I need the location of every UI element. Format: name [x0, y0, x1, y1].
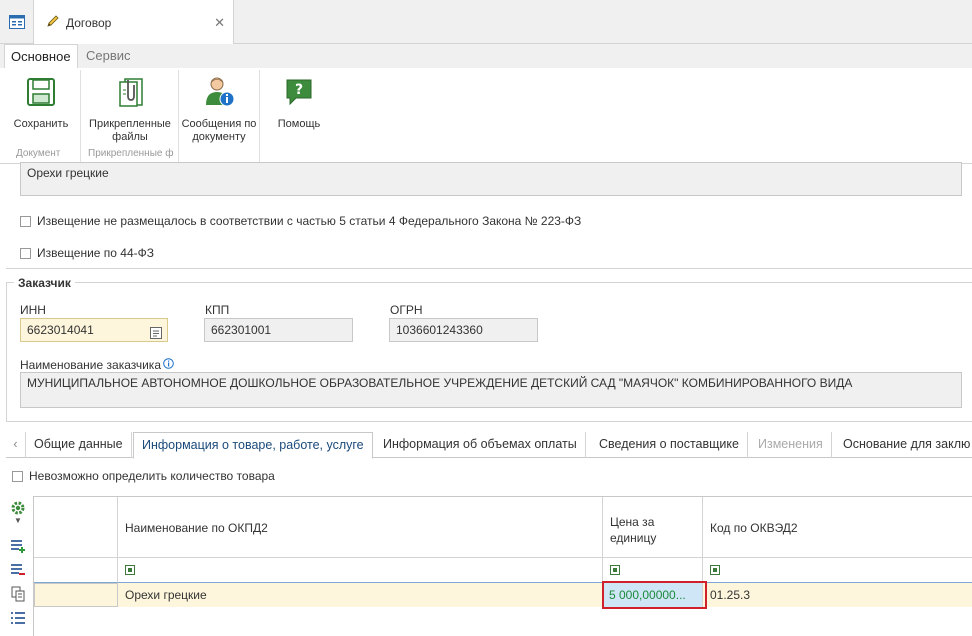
notice-223-label: Извещение не размещалось в соответствии …: [37, 214, 582, 228]
attached-files-label-2: файлы: [112, 131, 148, 143]
add-row-icon[interactable]: [10, 538, 26, 554]
attached-files-label-1: Прикрепленные: [89, 118, 171, 130]
grid-filter-price[interactable]: [603, 558, 703, 583]
undetermined-quantity-label: Невозможно определить количество товара: [29, 469, 275, 483]
table-row-indicator[interactable]: [34, 583, 118, 607]
notice-223-checkbox-row[interactable]: Извещение не размещалось в соответствии …: [20, 214, 581, 228]
grid-header-price[interactable]: Цена за единицу: [603, 497, 703, 558]
ribbon: Сохранить Прикрепленные файлы Сообщения …: [0, 68, 972, 164]
notice-44-label: Извещение по 44-ФЗ: [37, 246, 155, 260]
grid-header-rownum: [34, 497, 118, 558]
info-icon[interactable]: [163, 358, 174, 372]
tab-general-data[interactable]: Общие данные: [26, 432, 132, 458]
inn-label: ИНН: [20, 303, 46, 317]
ribbon-separator: [259, 70, 260, 162]
tab-conclusion-basis[interactable]: Основание для заклю: [835, 432, 972, 458]
document-messages-label-1: Сообщения по: [181, 118, 257, 130]
table-cell-okpd2[interactable]: Орехи грецкие: [118, 583, 603, 607]
document-messages-label-2: документу: [192, 131, 246, 143]
delete-row-icon[interactable]: [10, 562, 26, 578]
customer-section-title: Заказчик: [14, 276, 75, 290]
grid-header-price-label-1: Цена за: [610, 515, 655, 529]
help-question-icon: ?: [270, 74, 328, 110]
save-button-label: Сохранить: [13, 118, 69, 130]
filter-icon[interactable]: [610, 565, 620, 575]
paperclip-document-icon: [84, 74, 176, 110]
app-menu-icon[interactable]: [0, 0, 34, 44]
kpp-value: 662301001: [211, 323, 272, 337]
tab-changes: Изменения: [750, 432, 832, 458]
grid-header-okpd2-label: Наименование по ОКПД2: [125, 521, 268, 535]
help-button[interactable]: ? Помощь: [270, 74, 328, 131]
customer-name-field[interactable]: МУНИЦИПАЛЬНОЕ АВТОНОМНОЕ ДОШКОЛЬНОЕ ОБРА…: [20, 372, 962, 408]
tabs-scroll-left-icon[interactable]: ‹: [6, 432, 26, 458]
table-cell-okved2[interactable]: 01.25.3: [703, 583, 972, 607]
grid-header-price-label-2: единицу: [610, 531, 657, 545]
filter-icon[interactable]: [710, 565, 720, 575]
undetermined-quantity-checkbox[interactable]: [12, 470, 23, 482]
lookup-icon[interactable]: [150, 324, 162, 346]
ribbon-group-attached: Прикрепленные ф: [88, 148, 174, 159]
save-button[interactable]: Сохранить: [8, 74, 74, 131]
notice-223-checkbox[interactable]: [20, 215, 31, 227]
tab-payment-volume[interactable]: Информация об объемах оплаты: [375, 432, 586, 458]
ribbon-group-document: Документ: [16, 148, 61, 159]
ribbon-tabs: Основное Сервис: [0, 44, 972, 68]
customer-name-label: Наименование заказчика: [20, 358, 161, 372]
ribbon-tab-service[interactable]: Сервис: [80, 44, 137, 68]
user-info-icon: [180, 74, 258, 110]
chevron-down-icon[interactable]: ▼: [14, 516, 22, 525]
kpp-field[interactable]: 662301001: [204, 318, 353, 342]
close-icon[interactable]: ✕: [214, 15, 225, 31]
tab-goods-info[interactable]: Информация о товаре, работе, услуге: [133, 432, 373, 459]
ribbon-separator: [80, 70, 81, 162]
grid-header-okved2-label: Код по ОКВЭД2: [710, 521, 798, 535]
notice-44-checkbox[interactable]: [20, 247, 31, 259]
row-okpd2-value: Орехи грецкие: [125, 588, 207, 602]
pencil-icon: [46, 14, 60, 31]
document-messages-button[interactable]: Сообщения по документу: [180, 74, 258, 144]
kpp-label: КПП: [205, 303, 230, 317]
subject-textarea[interactable]: Орехи грецкие: [20, 162, 962, 196]
undetermined-quantity-row[interactable]: Невозможно определить количество товара: [12, 469, 275, 483]
ogrn-value: 1036601243360: [396, 323, 483, 337]
floppy-disk-icon: [8, 74, 74, 110]
settings-gear-icon[interactable]: [10, 500, 26, 516]
document-tab-title: Договор: [66, 15, 112, 30]
attached-files-button[interactable]: Прикрепленные файлы: [84, 74, 176, 144]
ribbon-tab-main[interactable]: Основное: [4, 44, 78, 68]
document-tab[interactable]: Договор ✕: [34, 0, 234, 45]
list-icon[interactable]: [10, 610, 26, 626]
customer-name-value: МУНИЦИПАЛЬНОЕ АВТОНОМНОЕ ДОШКОЛЬНОЕ ОБРА…: [27, 376, 853, 390]
svg-text:?: ?: [295, 82, 303, 98]
grid-filter-rownum: [34, 558, 118, 583]
copy-icon[interactable]: [10, 586, 26, 602]
grid-header-okved2[interactable]: Код по ОКВЭД2: [703, 497, 972, 558]
inn-input[interactable]: 6623014041: [20, 318, 168, 342]
divider: [6, 268, 972, 269]
ribbon-separator: [178, 70, 179, 162]
subject-text: Орехи грецкие: [27, 166, 109, 180]
row-okved2-value: 01.25.3: [710, 588, 751, 602]
grid-header-okpd2[interactable]: Наименование по ОКПД2: [118, 497, 603, 558]
table-cell-price[interactable]: 5 000,00000...: [603, 583, 703, 607]
grid-filter-okved2[interactable]: [703, 558, 972, 583]
ogrn-field[interactable]: 1036601243360: [389, 318, 538, 342]
goods-grid: Наименование по ОКПД2 Цена за единицу Ко…: [33, 496, 972, 636]
tab-supplier-info[interactable]: Сведения о поставщике: [591, 432, 748, 458]
help-button-label: Помощь: [277, 118, 321, 130]
detail-tabs: ‹ Общие данные Информация о товаре, рабо…: [6, 432, 972, 459]
filter-icon[interactable]: [125, 565, 135, 575]
inn-value: 6623014041: [27, 323, 94, 337]
customer-name-label-row: Наименование заказчика: [20, 358, 174, 372]
row-price-value: 5 000,00000...: [609, 588, 686, 602]
grid-filter-okpd2[interactable]: [118, 558, 603, 583]
notice-44-checkbox-row[interactable]: Извещение по 44-ФЗ: [20, 246, 154, 260]
ogrn-label: ОГРН: [390, 303, 423, 317]
